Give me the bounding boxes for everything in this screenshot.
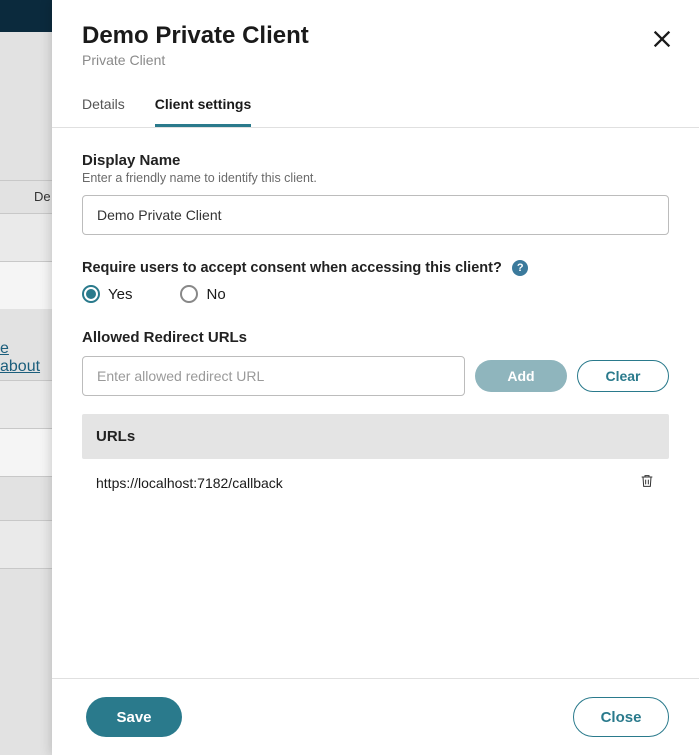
panel-title: Demo Private Client	[82, 22, 669, 50]
panel-subtitle: Private Client	[82, 52, 669, 68]
consent-radio-yes[interactable]: Yes	[82, 285, 132, 303]
urls-table-header: URLs	[82, 414, 669, 459]
clear-button[interactable]: Clear	[577, 360, 669, 392]
close-button[interactable]: Close	[573, 697, 669, 737]
display-name-help: Enter a friendly name to identify this c…	[82, 171, 669, 185]
close-icon[interactable]	[651, 28, 673, 55]
url-text: https://localhost:7182/callback	[96, 475, 283, 491]
client-settings-panel: Demo Private Client Private Client Detai…	[52, 0, 699, 755]
display-name-label: Display Name	[82, 152, 669, 169]
consent-radio-no[interactable]: No	[180, 285, 225, 303]
add-button[interactable]: Add	[475, 360, 567, 392]
help-icon[interactable]: ?	[512, 260, 528, 276]
url-row: https://localhost:7182/callback	[82, 459, 669, 506]
bg-learn-link[interactable]: e about	[0, 340, 40, 375]
redirect-urls-label: Allowed Redirect URLs	[82, 329, 669, 346]
tabs: Details Client settings	[52, 86, 699, 128]
tab-client-settings[interactable]: Client settings	[155, 86, 251, 127]
tab-details[interactable]: Details	[82, 86, 125, 127]
consent-label: Require users to accept consent when acc…	[82, 260, 502, 276]
display-name-input[interactable]	[82, 195, 669, 235]
consent-yes-label: Yes	[108, 286, 132, 303]
bg-column-header: De	[0, 180, 52, 212]
redirect-url-input[interactable]	[82, 356, 465, 396]
save-button[interactable]: Save	[86, 697, 182, 737]
consent-no-label: No	[206, 286, 225, 303]
trash-icon[interactable]	[639, 473, 655, 492]
